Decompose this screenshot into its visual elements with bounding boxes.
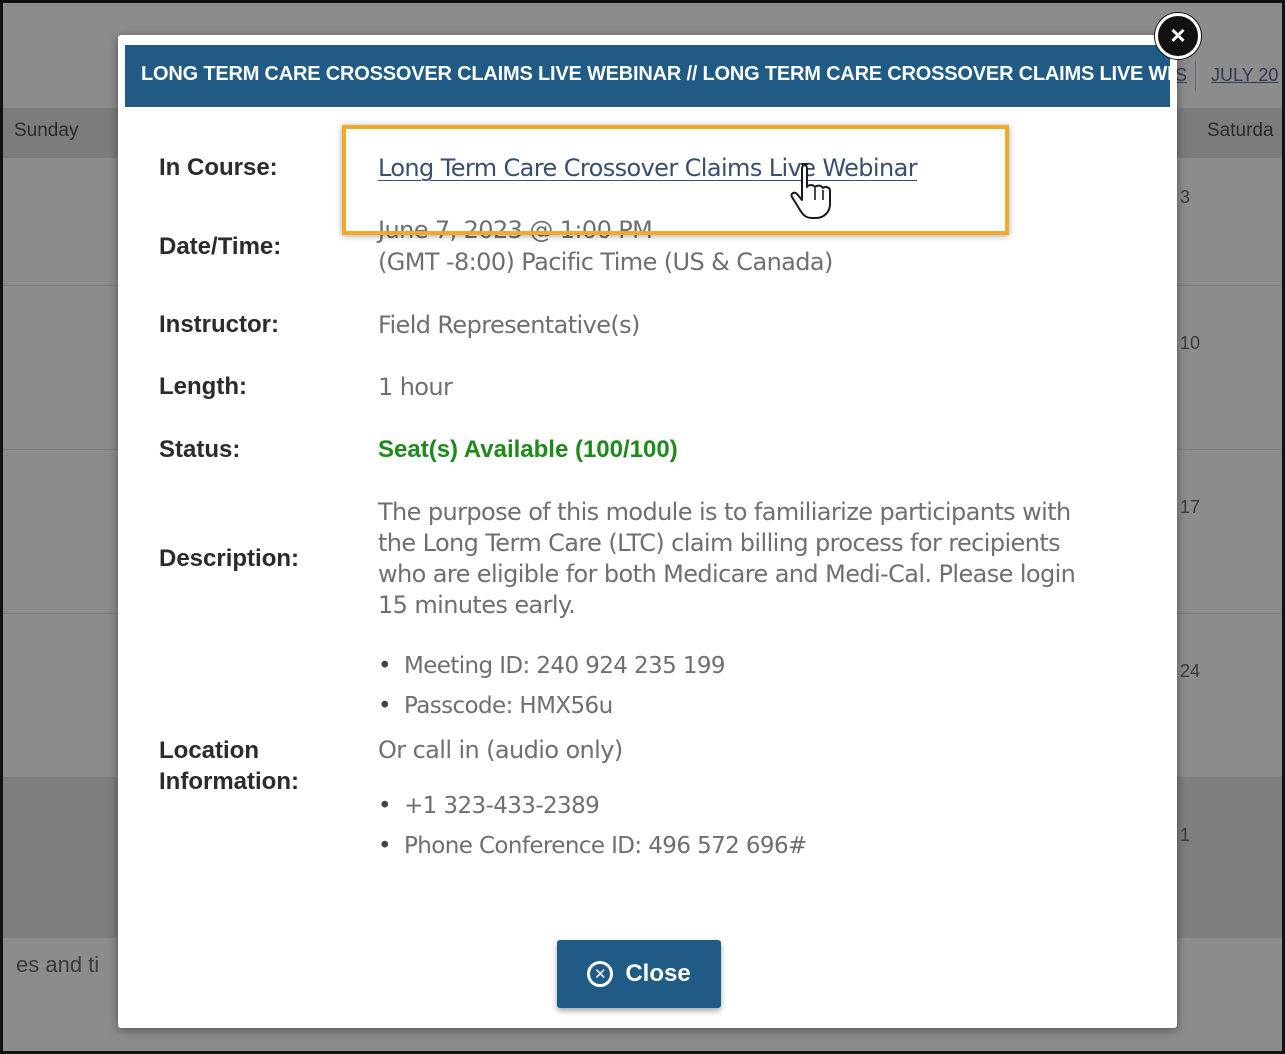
description-text: The purpose of this module is to familia… xyxy=(378,498,1076,619)
instructor-value: Field Representative(s) xyxy=(378,311,640,339)
calendar-day-number[interactable]: 1 xyxy=(1180,825,1190,846)
status-label: Status: xyxy=(159,436,241,463)
month-tab-july[interactable]: JULY 20 xyxy=(1211,65,1278,86)
description-label: Description: xyxy=(159,545,300,572)
close-x-icon[interactable]: × xyxy=(1155,13,1201,59)
calendar-day-number[interactable]: 17 xyxy=(1180,497,1200,518)
phone-number: +1 323-433-2389 xyxy=(404,793,600,819)
close-button-label: Close xyxy=(625,960,691,987)
course-label: In Course: xyxy=(159,154,278,181)
highlight-annotation-box xyxy=(342,125,1009,235)
status-badge: Seat(s) Available (100/100) xyxy=(378,436,678,463)
modal-title-bar: LONG TERM CARE CROSSOVER CLAIMS LIVE WEB… xyxy=(125,45,1170,107)
datetime-label: Date/Time: xyxy=(159,233,282,260)
call-in-text: Or call in (audio only) xyxy=(378,736,623,764)
list-item: • Passcode: HMX56u xyxy=(378,693,613,719)
timezone-value: (GMT -8:00) Pacific Time (US & Canada) xyxy=(378,248,833,276)
close-button[interactable]: ✕ Close xyxy=(557,940,721,1008)
close-circle-icon: ✕ xyxy=(587,961,614,987)
passcode: Passcode: HMX56u xyxy=(404,693,613,719)
meeting-id: Meeting ID: 240 924 235 199 xyxy=(404,653,726,679)
calendar-day-number[interactable]: 24 xyxy=(1180,661,1200,682)
hand-pointer-icon xyxy=(790,163,831,219)
weekday-saturday: Saturda xyxy=(1207,120,1274,141)
list-item: • Phone Conference ID: 496 572 696# xyxy=(378,833,807,859)
phone-conference-id: Phone Conference ID: 496 572 696# xyxy=(404,833,807,859)
length-value: 1 hour xyxy=(378,373,453,401)
list-item: • Meeting ID: 240 924 235 199 xyxy=(378,653,726,679)
weekday-sunday: Sunday xyxy=(14,120,79,141)
modal-title: LONG TERM CARE CROSSOVER CLAIMS LIVE WEB… xyxy=(141,63,1170,85)
calendar-day-number[interactable]: 10 xyxy=(1180,333,1200,354)
background-footer-text: es and ti xyxy=(16,952,100,977)
calendar-day-number[interactable]: 3 xyxy=(1180,187,1190,208)
instructor-label: Instructor: xyxy=(159,311,279,338)
month-tab-separator xyxy=(1195,61,1196,91)
list-item: • +1 323-433-2389 xyxy=(378,793,600,819)
length-label: Length: xyxy=(159,373,247,400)
location-label: Location Information: xyxy=(159,737,299,795)
